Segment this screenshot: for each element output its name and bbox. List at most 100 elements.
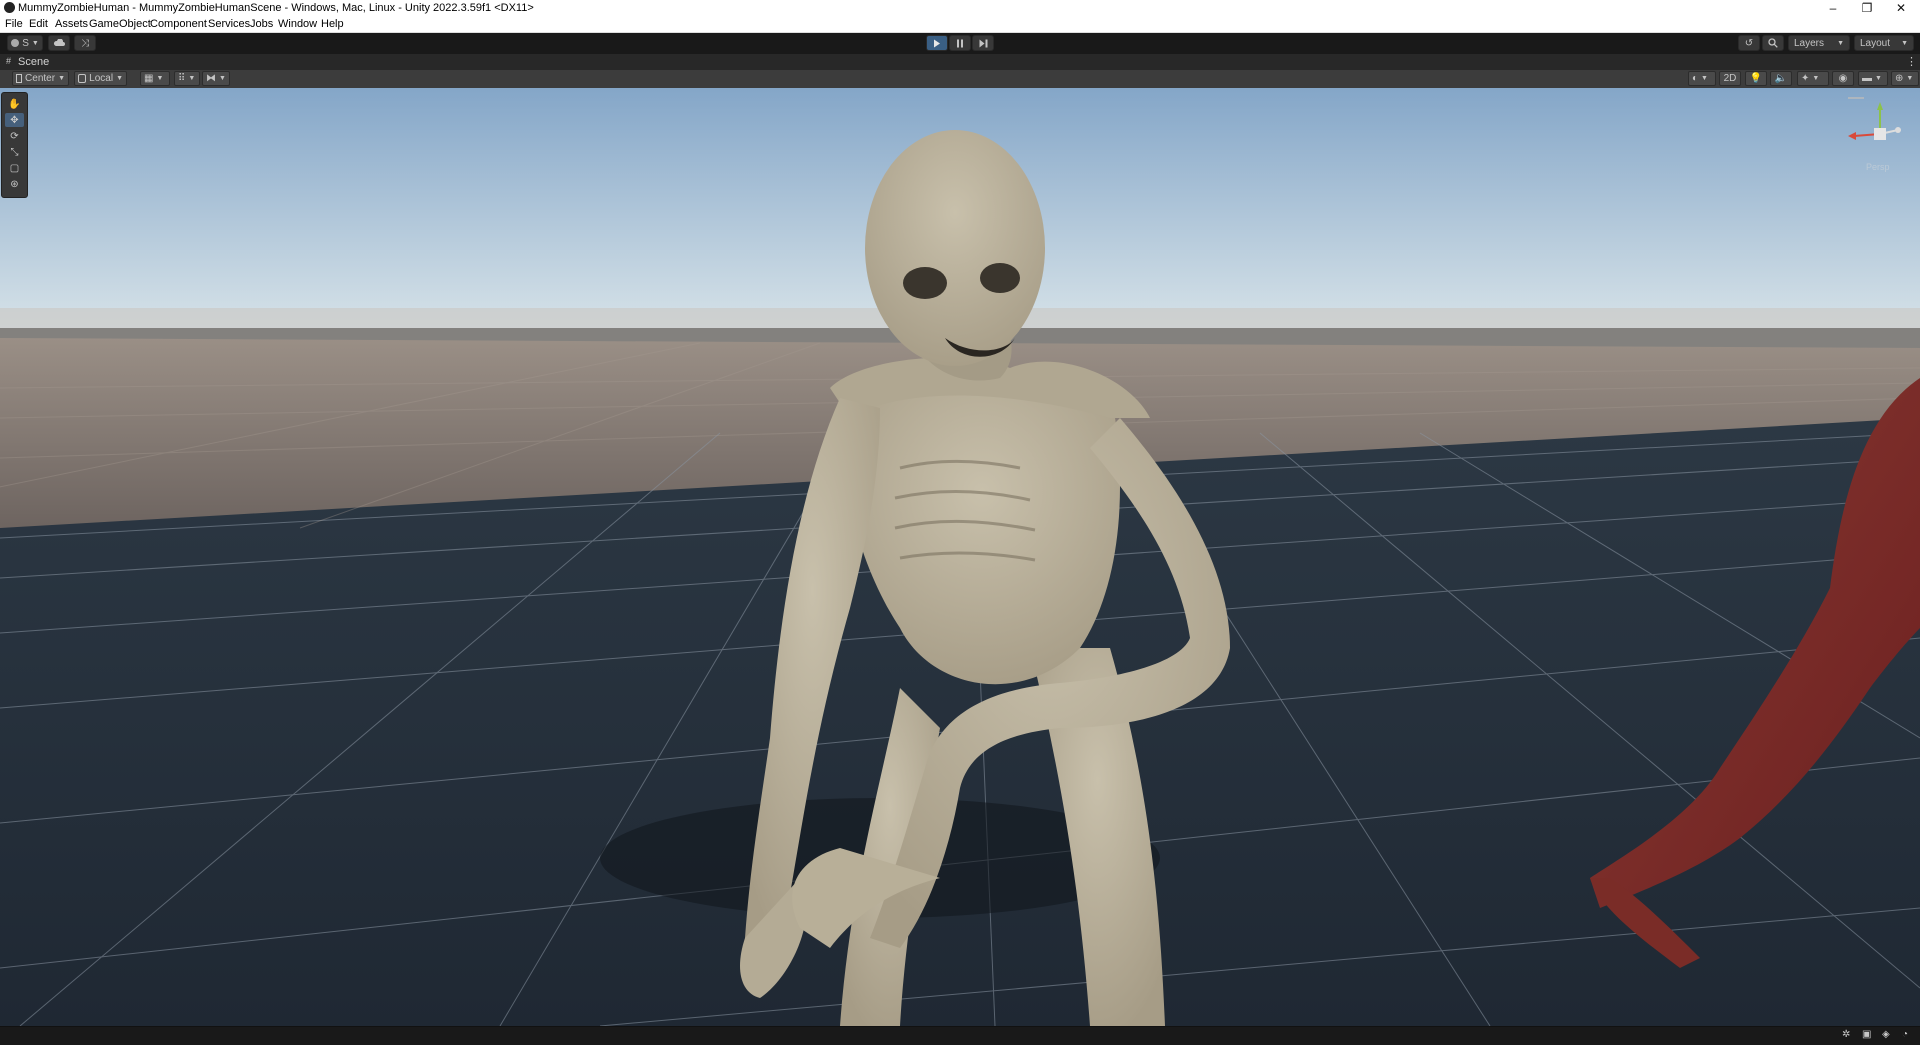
move-tool-icon[interactable]: ✥: [5, 113, 24, 127]
cache-server-icon[interactable]: ◈: [1882, 1029, 1890, 1040]
local-space-icon: [78, 74, 87, 83]
version-control-button[interactable]: ⤨: [74, 35, 96, 51]
layout-dropdown[interactable]: Layout ▼: [1854, 35, 1914, 51]
chevron-down-icon: ▼: [31, 39, 39, 47]
pivot-mode-dropdown[interactable]: Center ▼: [12, 71, 69, 86]
chevron-down-icon: ▼: [58, 75, 65, 82]
align-dropdown[interactable]: ⧓ ▼: [202, 71, 230, 86]
layers-label: Layers: [1794, 37, 1825, 49]
menu-window[interactable]: Window: [278, 18, 317, 30]
chevron-down-icon: ▼: [1875, 75, 1882, 82]
pause-icon: [957, 39, 963, 47]
step-button[interactable]: [972, 35, 994, 51]
menu-assets[interactable]: Assets: [55, 18, 88, 30]
account-icon: [11, 39, 20, 47]
scene-visibility-toggle[interactable]: ◉: [1832, 71, 1854, 86]
cloud-button[interactable]: [48, 35, 70, 51]
scene-grid-icon: #: [6, 56, 12, 66]
chevron-down-icon: ▼: [1812, 75, 1820, 82]
transform-tool-icon[interactable]: ⊛: [5, 177, 24, 191]
orientation-gizmo[interactable]: [1840, 94, 1912, 172]
chevron-down-icon: ▼: [219, 75, 226, 82]
auto-generate-lighting-icon[interactable]: ▣: [1862, 1029, 1871, 1040]
chevron-down-icon: ▼: [1901, 39, 1908, 47]
scene-tab-bar: # Scene ⋮: [0, 54, 1920, 70]
layout-label: Layout: [1860, 37, 1891, 49]
gizmos-dropdown[interactable]: ⊕ ▼: [1891, 71, 1919, 86]
chevron-down-icon: ▼: [1701, 75, 1708, 82]
visibility-icon: ◉: [1838, 73, 1848, 84]
grid-snap-dropdown[interactable]: ▦ ▼: [140, 71, 170, 86]
toggle-2d-button[interactable]: 2D: [1719, 71, 1741, 86]
tool-palette: ✋ ✥ ⟳ ⤡ ▢ ⊛: [1, 92, 28, 198]
search-icon: [1768, 38, 1778, 48]
chevron-down-icon: ▼: [1837, 39, 1844, 47]
chevron-down-icon: ▼: [1906, 75, 1914, 82]
history-icon: ↺: [1744, 37, 1754, 49]
play-icon: [934, 39, 940, 47]
projection-label[interactable]: Persp: [1866, 162, 1890, 172]
account-label: S: [22, 37, 29, 49]
undo-history-button[interactable]: ↺: [1738, 35, 1760, 51]
main-toolbar: S ▼ ⤨ ↺ Layers ▼ Layout ▼: [0, 33, 1920, 54]
camera-dropdown[interactable]: ▬ ▼: [1858, 71, 1888, 86]
scene-viewport[interactable]: Persp: [0, 88, 1920, 1026]
rect-tool-icon[interactable]: ▢: [5, 161, 24, 175]
menu-help[interactable]: Help: [321, 18, 344, 30]
menu-edit[interactable]: Edit: [29, 18, 48, 30]
tab-scene[interactable]: # Scene: [0, 54, 60, 70]
shading-mode-icon: ◐: [1692, 73, 1699, 84]
layers-dropdown[interactable]: Layers ▼: [1788, 35, 1850, 51]
audio-icon: 🔈: [1774, 73, 1788, 84]
menu-component[interactable]: Component: [150, 18, 207, 30]
account-dropdown[interactable]: S ▼: [7, 35, 43, 51]
grid-icon: ▦: [144, 73, 154, 84]
draw-mode-dropdown[interactable]: ◐ ▼: [1688, 71, 1716, 86]
chevron-down-icon: ▼: [156, 75, 164, 82]
chevron-down-icon: ▼: [116, 75, 123, 82]
camera-icon: ▬: [1862, 73, 1872, 84]
restore-icon[interactable]: ❐: [1850, 0, 1884, 16]
scene-render[interactable]: [0, 88, 1920, 1026]
pause-button[interactable]: [949, 35, 971, 51]
rotate-tool-icon[interactable]: ⟳: [5, 129, 24, 143]
play-button[interactable]: [926, 35, 948, 51]
menu-bar: File Edit Assets GameObject Component Se…: [0, 16, 1920, 33]
menu-file[interactable]: File: [5, 18, 23, 30]
align-icon: ⧓: [206, 73, 216, 84]
lighting-toggle[interactable]: 💡: [1745, 71, 1767, 86]
search-button[interactable]: [1762, 35, 1784, 51]
more-options-icon[interactable]: ⋮: [1906, 55, 1917, 68]
menu-jobs[interactable]: Jobs: [250, 18, 273, 30]
toggle-2d-label: 2D: [1723, 73, 1737, 84]
scene-view-toolbar: Center ▼ Local ▼ ▦ ▼ ⠿ ▼ ⧓ ▼ ◐ ▼ 2D 💡 🔈 …: [0, 70, 1920, 89]
cloud-icon: [53, 39, 65, 46]
snap-icon: ⠿: [178, 73, 186, 84]
minimize-icon[interactable]: –: [1816, 0, 1850, 16]
gizmos-icon: ⊕: [1895, 73, 1904, 84]
status-bar: ✲ ▣ ◈ ◔: [0, 1026, 1920, 1045]
unity-logo-icon: [4, 2, 15, 13]
light-bulb-icon: 💡: [1749, 73, 1763, 84]
effects-dropdown[interactable]: ✦ ▼: [1797, 71, 1829, 86]
debug-icon[interactable]: ✲: [1842, 1029, 1850, 1040]
hand-tool-icon[interactable]: ✋: [5, 97, 24, 111]
menu-services[interactable]: Services: [208, 18, 250, 30]
pivot-mode-label: Center: [25, 73, 56, 84]
step-icon: [979, 39, 987, 47]
tab-scene-label: Scene: [18, 56, 50, 68]
pivot-icon: [16, 74, 23, 83]
window-title: MummyZombieHuman - MummyZombieHumanScene…: [18, 2, 534, 14]
effects-icon: ✦: [1801, 73, 1810, 84]
audio-toggle[interactable]: 🔈: [1770, 71, 1792, 86]
chevron-down-icon: ▼: [188, 75, 196, 82]
menu-gameobject[interactable]: GameObject: [89, 18, 151, 30]
scale-tool-icon[interactable]: ⤡: [5, 145, 24, 159]
increment-snap-dropdown[interactable]: ⠿ ▼: [174, 71, 200, 86]
branch-icon: ⤨: [81, 37, 89, 49]
close-icon[interactable]: ✕: [1884, 0, 1918, 16]
pivot-space-dropdown[interactable]: Local ▼: [74, 71, 127, 86]
window-title-bar: MummyZombieHuman - MummyZombieHumanScene…: [0, 0, 1920, 16]
progress-icon[interactable]: ◔: [1902, 1029, 1908, 1040]
pivot-space-label: Local: [89, 73, 114, 84]
